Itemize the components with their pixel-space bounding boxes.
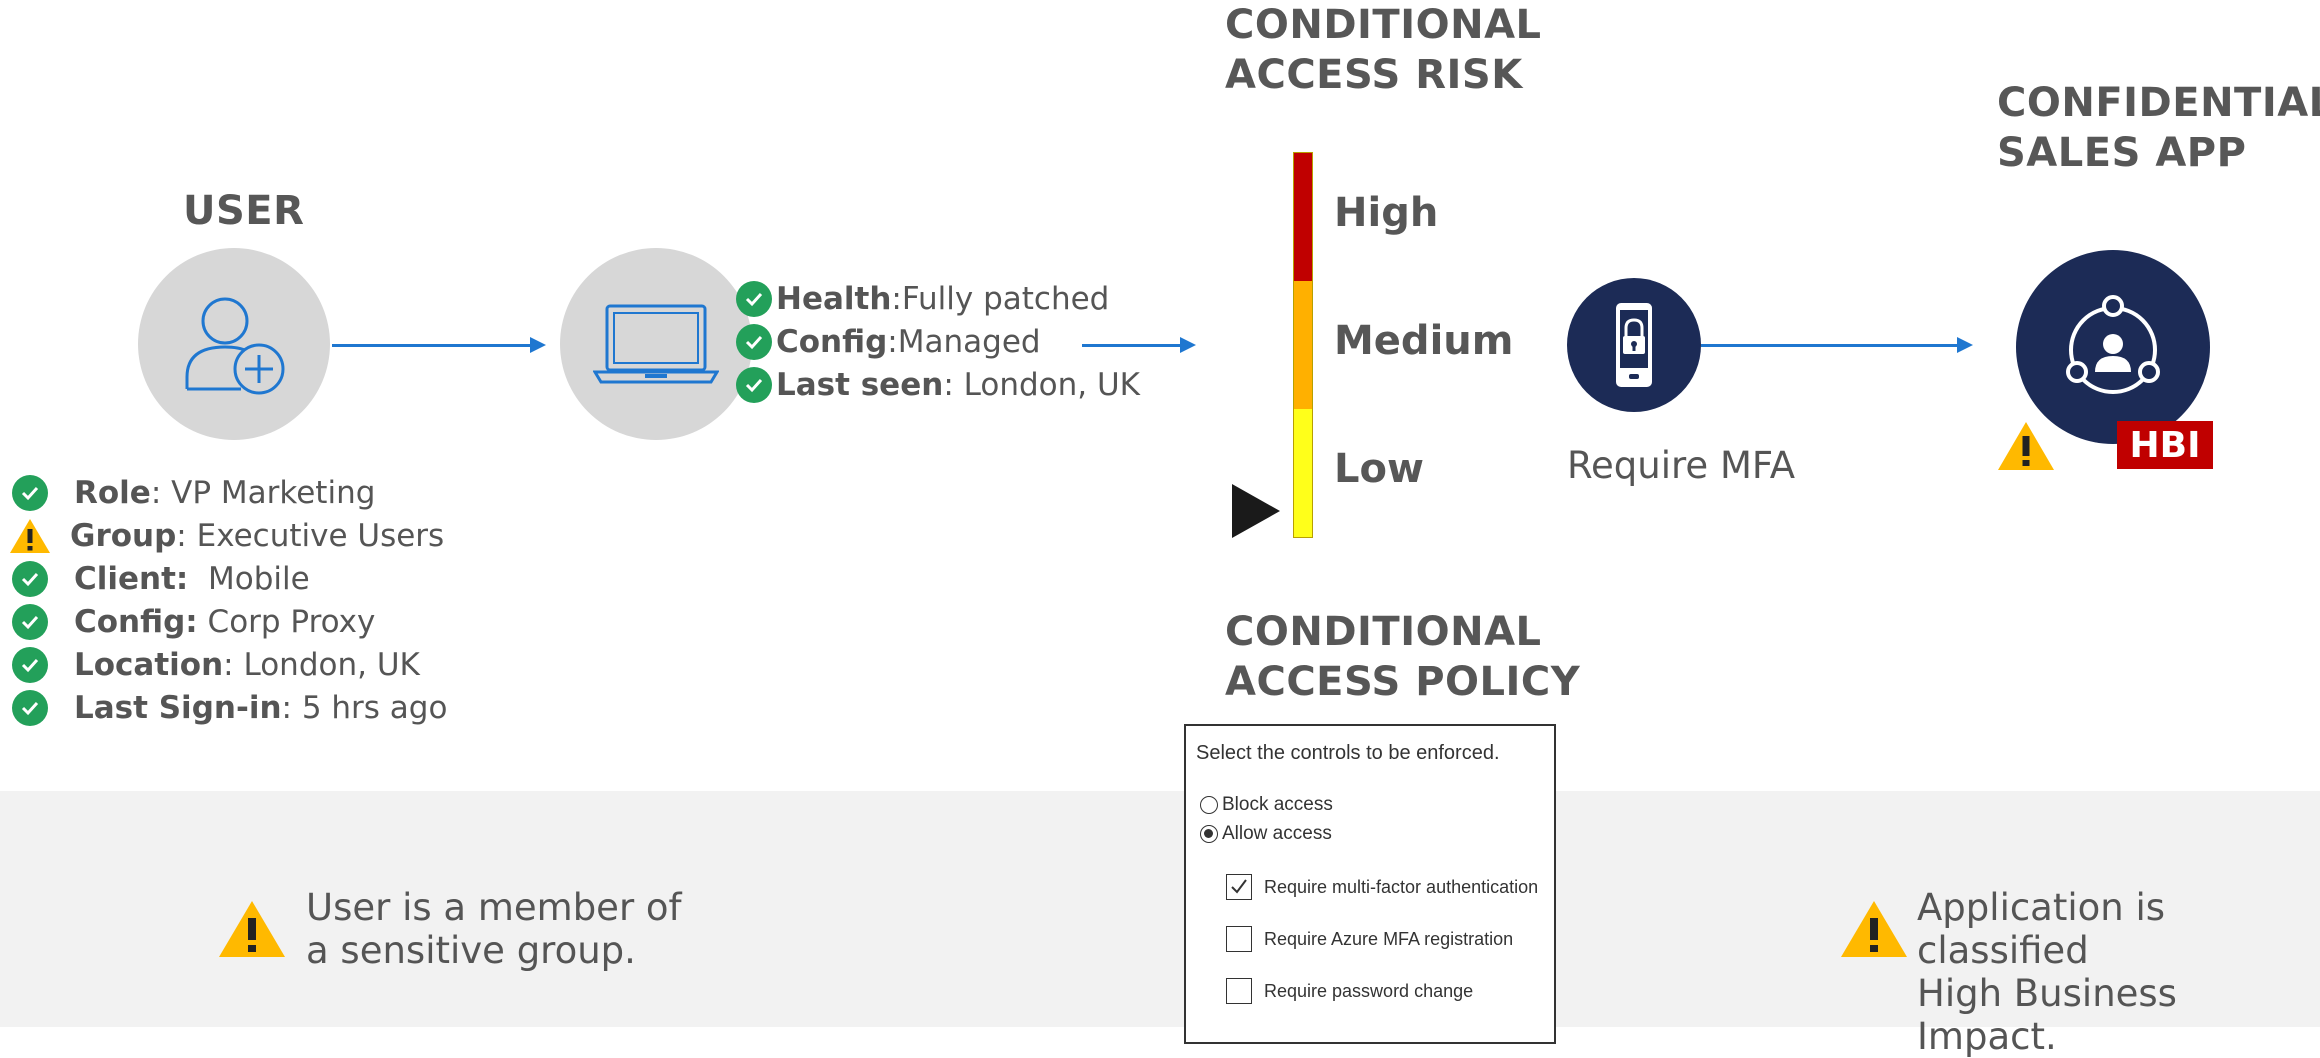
user-attribute-list: Role: VP Marketing Group: Executive User… xyxy=(10,471,447,729)
user-attr-last-sign-in: Last Sign-in: 5 hrs ago xyxy=(12,686,447,729)
risk-segment-medium xyxy=(1294,281,1312,409)
checkbox-require-mfa-registration[interactable]: Require Azure MFA registration xyxy=(1226,926,1513,952)
warning-icon xyxy=(10,518,50,553)
checkbox-unchecked[interactable] xyxy=(1226,978,1252,1004)
device-attr-last-seen: Last seen: London, UK xyxy=(736,363,1140,406)
risk-segment-high xyxy=(1294,153,1312,281)
risk-heading: CONDITIONAL ACCESS RISK xyxy=(1225,2,1542,98)
laptop-icon xyxy=(593,304,719,384)
user-attr-role: Role: VP Marketing xyxy=(12,471,447,514)
warning-icon xyxy=(1841,901,1907,957)
policy-heading: CONDITIONAL ACCESS POLICY xyxy=(1225,609,1581,705)
checkbox-require-password-change[interactable]: Require password change xyxy=(1226,978,1473,1004)
mfa-label: Require MFA xyxy=(1567,444,1796,487)
check-icon xyxy=(12,689,48,726)
user-attr-location: Location: London, UK xyxy=(12,643,447,686)
risk-segment-low xyxy=(1294,409,1312,537)
policy-intro: Select the controls to be enforced. xyxy=(1196,742,1500,764)
device-attr-config: Config: Managed xyxy=(736,320,1140,363)
user-circle xyxy=(138,248,330,440)
warning-icon xyxy=(219,901,285,957)
device-attribute-list: Health: Fully patched Config: Managed Last… xyxy=(736,277,1140,406)
check-icon xyxy=(12,603,48,640)
radio-selected[interactable] xyxy=(1200,825,1218,843)
check-icon xyxy=(736,366,772,403)
check-icon xyxy=(12,560,48,597)
app-users-icon xyxy=(2066,295,2160,394)
app-heading: CONFIDENTIAL SALES APP xyxy=(1997,80,2320,176)
app-note: Application is classified High Business … xyxy=(1917,886,2177,1058)
risk-label-medium: Medium xyxy=(1334,318,1514,364)
user-note: User is a member of a sensitive group. xyxy=(306,886,682,972)
check-icon xyxy=(736,280,772,317)
arrow-device-risk xyxy=(1082,337,1196,353)
radio-block-access[interactable]: Block access xyxy=(1200,794,1333,816)
checkbox-require-mfa[interactable]: Require multi-factor authentication xyxy=(1226,874,1538,900)
user-attr-group: Group: Executive Users xyxy=(10,514,447,557)
radio-unselected[interactable] xyxy=(1200,796,1218,814)
add-user-icon xyxy=(185,297,285,395)
risk-indicator-icon xyxy=(1232,484,1280,538)
arrow-user-device xyxy=(332,337,546,353)
checkmark-icon xyxy=(1231,879,1247,894)
phone-lock-icon xyxy=(1616,303,1652,387)
device-attr-health: Health: Fully patched xyxy=(736,277,1140,320)
risk-label-high: High xyxy=(1334,190,1439,236)
policy-panel: Select the controls to be enforced. Bloc… xyxy=(1184,724,1556,1044)
check-icon xyxy=(736,323,772,360)
risk-meter xyxy=(1293,152,1313,538)
app-circle xyxy=(2016,250,2210,444)
check-icon xyxy=(12,646,48,683)
arrow-mfa-app xyxy=(1701,337,1973,353)
check-icon xyxy=(12,474,48,511)
warning-icon xyxy=(1998,422,2054,470)
mfa-circle xyxy=(1567,278,1701,412)
user-attr-client: Client: Mobile xyxy=(12,557,447,600)
checkbox-checked[interactable] xyxy=(1226,874,1252,900)
hbi-badge: HBI xyxy=(2117,421,2213,469)
checkbox-unchecked[interactable] xyxy=(1226,926,1252,952)
radio-allow-access[interactable]: Allow access xyxy=(1200,823,1332,845)
risk-label-low: Low xyxy=(1334,446,1424,492)
user-attr-config: Config: Corp Proxy xyxy=(12,600,447,643)
user-heading: USER xyxy=(183,188,305,234)
device-circle xyxy=(560,248,752,440)
